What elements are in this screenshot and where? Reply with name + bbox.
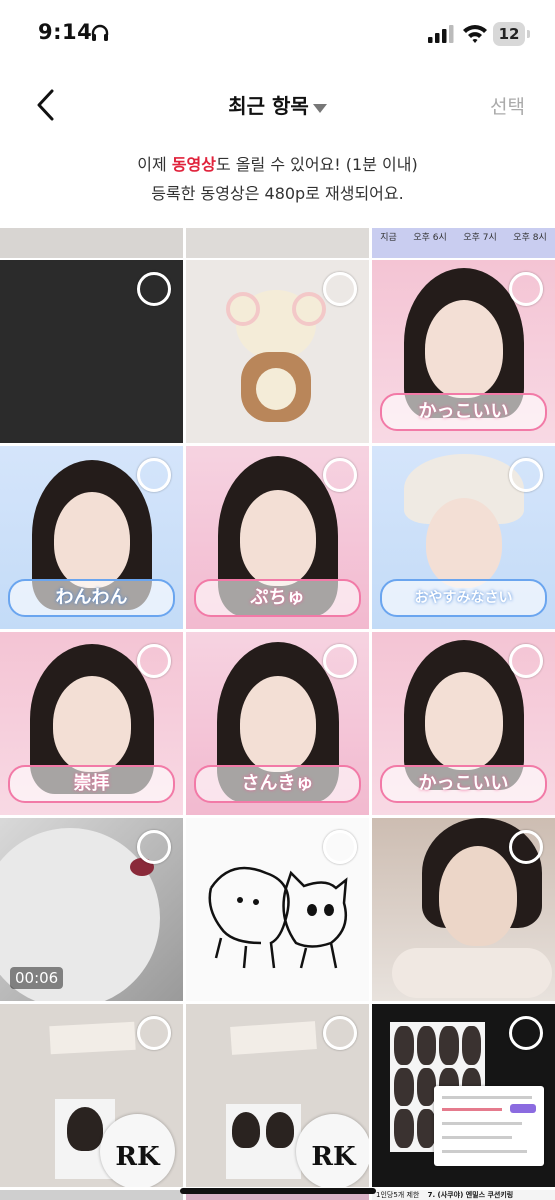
arms [392,948,552,998]
sticker-caption: 崇拝 [8,765,175,803]
grid-cell-partial[interactable] [0,1190,183,1200]
headphone-icon [91,24,109,41]
select-circle[interactable] [323,1016,357,1050]
signal-icon [428,25,454,43]
photo-grid: 지금 오후 6시 오후 7시 오후 8시 かっこいい わんわん ぷちゅ おやすみ… [0,228,555,1200]
notice-line-2: 등록한 동영상은 480p로 재생되어요. [151,184,404,203]
grid-cell-photo[interactable] [372,1004,555,1187]
grid-cell-partial-weather[interactable]: 지금 오후 6시 오후 7시 오후 8시 [372,228,555,258]
grid-cell-photo[interactable]: さんきゅ [186,632,369,815]
select-circle[interactable] [509,458,543,492]
face [52,676,131,772]
grid-cell-photo[interactable] [372,818,555,1001]
notice-text: 이제 [137,155,172,174]
select-button[interactable]: 선택 [490,92,525,119]
video-notice: 이제 동영상도 올릴 수 있어요! (1분 이내) 등록한 동영상은 480p로… [0,150,555,208]
select-circle[interactable] [509,830,543,864]
weather-label: 지금 [380,233,397,243]
sticker-caption: ぷちゅ [194,579,361,617]
grid-cell-partial[interactable] [186,228,369,258]
face [239,676,316,772]
select-circle[interactable] [509,1016,543,1050]
grid-cell-video[interactable]: 00:06 [0,818,183,1001]
face [424,672,503,770]
peek-text: 7. (사쿠야) 엔밀스 쿠션키링 [427,1191,514,1199]
grid-cell-partial[interactable] [0,228,183,258]
grid-cell-photo[interactable]: かっこいい [372,632,555,815]
weather-label: 오후 8시 [513,233,547,243]
thank-you-card [230,1021,317,1055]
album-selector[interactable]: 최근 항목 [0,90,555,119]
face [53,492,130,588]
face [424,300,503,398]
home-indicator[interactable] [180,1188,376,1194]
grid-cell-photo[interactable]: わんわん [0,446,183,629]
select-circle[interactable] [137,1016,171,1050]
grid-cell-photo[interactable]: RK [186,1004,369,1187]
sticker-caption: さんきゅ [194,765,361,803]
weather-label: 오후 6시 [413,233,447,243]
select-circle[interactable] [323,644,357,678]
chevron-down-icon [312,104,327,113]
select-circle[interactable] [137,458,171,492]
sticker-caption: おやすみなさい [380,579,547,617]
select-circle[interactable] [323,272,357,306]
wifi-icon [463,25,487,43]
video-duration: 00:06 [10,967,64,989]
face [425,498,502,588]
grid-cell-partial[interactable]: 1인당5개 제한 7. (사쿠야) 엔밀스 쿠션키링 [372,1190,555,1200]
grid-cell-photo[interactable]: かっこいい [372,260,555,443]
select-circle[interactable] [137,272,171,306]
grid-cell-photo[interactable] [186,818,369,1001]
button-badge: RK [296,1114,369,1187]
battery-indicator: 12 [493,22,525,46]
order-receipt [434,1086,544,1166]
sticker-caption: かっこいい [380,765,547,803]
photo-card [226,1104,301,1179]
select-circle[interactable] [137,830,171,864]
nav-header: 최근 항목 선택 [0,70,555,140]
select-circle[interactable] [509,644,543,678]
grid-cell-photo[interactable]: RK [0,1004,183,1187]
face [239,490,316,586]
status-bar: 9:14 12 [0,0,555,70]
grid-cell-photo[interactable]: ぷちゅ [186,446,369,629]
peek-text: 1인당5개 제한 [376,1191,420,1199]
button-badge: RK [100,1114,175,1187]
grid-cell-photo[interactable] [0,260,183,443]
select-circle[interactable] [323,458,357,492]
grid-cell-photo[interactable] [186,260,369,443]
notice-text: 도 올릴 수 있어요! (1분 이내) [215,155,418,174]
page-title: 최근 항목 [228,94,309,118]
status-time: 9:14 [38,20,93,44]
bear-plush [226,290,326,430]
sticker-caption: かっこいい [380,393,547,431]
sticker-caption: わんわん [8,579,175,617]
weather-label: 오후 7시 [463,233,497,243]
select-circle[interactable] [509,272,543,306]
select-circle[interactable] [323,830,357,864]
battery-cap [527,30,530,38]
notice-line-1: 이제 동영상도 올릴 수 있어요! (1분 이내) [0,150,555,179]
face [439,846,518,946]
notice-highlight: 동영상 [171,155,216,174]
grid-cell-photo[interactable]: 崇拝 [0,632,183,815]
thank-you-card [49,1021,136,1055]
select-circle[interactable] [137,644,171,678]
grid-cell-photo[interactable]: おやすみなさい [372,446,555,629]
